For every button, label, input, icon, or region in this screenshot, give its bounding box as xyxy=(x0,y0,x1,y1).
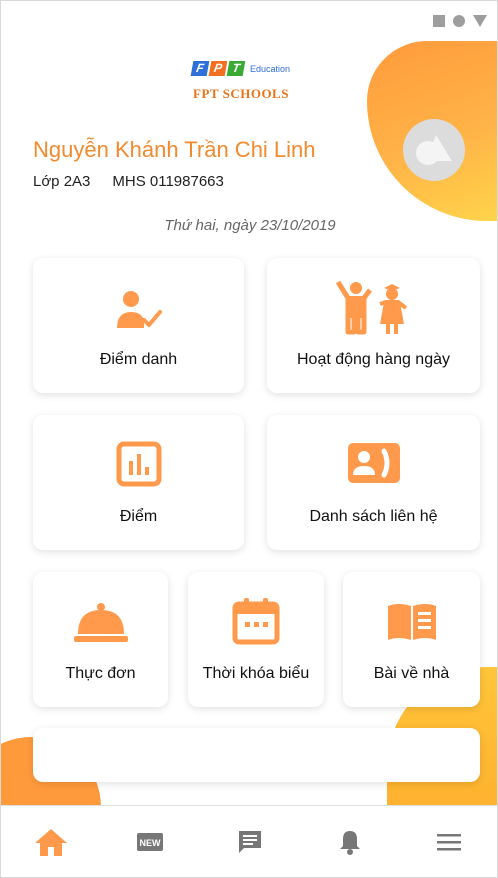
homework-label: Bài về nhà xyxy=(373,665,450,682)
bell-icon xyxy=(339,830,360,855)
student-id: MHS 011987663 xyxy=(112,173,224,190)
student-class: Lớp 2A3 xyxy=(33,173,91,190)
nav-notifications[interactable] xyxy=(330,822,370,862)
bottom-nav: NEW xyxy=(1,805,497,877)
daily-activity-label: Hoạt động hàng ngày xyxy=(296,351,450,368)
contact-list-label: Danh sách liên hệ xyxy=(309,508,438,525)
attendance-label: Điểm danh xyxy=(99,351,178,368)
logo-subtitle: Education xyxy=(249,63,291,74)
student-meta: Lớp 2A3 MHS 011987663 xyxy=(33,173,224,190)
timetable-card[interactable]: Thời khóa biểu xyxy=(188,572,324,707)
meal-menu-label: Thực đơn xyxy=(65,665,136,682)
avatar-placeholder-icon xyxy=(416,135,452,165)
kids-activity-icon xyxy=(267,280,480,336)
avatar[interactable] xyxy=(403,119,465,181)
menu-icon xyxy=(437,833,462,850)
calendar-icon xyxy=(188,596,324,646)
daily-activity-card[interactable]: Hoạt động hàng ngày xyxy=(267,258,480,393)
new-icon: NEW xyxy=(137,832,164,851)
info-panel[interactable] xyxy=(33,728,480,782)
square-icon xyxy=(433,15,445,27)
attendance-icon xyxy=(33,290,244,330)
chart-icon xyxy=(33,441,244,487)
status-bar xyxy=(433,15,487,27)
fpt-logo-mark: FPT xyxy=(190,61,246,76)
school-name: FPT SCHOOLS xyxy=(193,86,289,101)
grades-label: Điểm xyxy=(119,508,158,525)
nav-home[interactable] xyxy=(31,822,71,862)
school-logo: FPT Education FPT SCHOOLS xyxy=(1,61,481,102)
contact-list-card[interactable]: Danh sách liên hệ xyxy=(267,415,480,550)
current-date: Thứ hai, ngày 23/10/2019 xyxy=(164,217,336,234)
homework-card[interactable]: Bài về nhà xyxy=(343,572,480,707)
food-cloche-icon xyxy=(33,602,168,644)
nav-news[interactable]: NEW xyxy=(130,822,170,862)
home-icon xyxy=(34,828,67,856)
book-icon xyxy=(343,600,480,642)
circle-icon xyxy=(453,15,465,27)
grades-card[interactable]: Điểm xyxy=(33,415,244,550)
timetable-label: Thời khóa biểu xyxy=(202,665,310,682)
svg-text:NEW: NEW xyxy=(140,838,162,848)
nav-menu[interactable] xyxy=(429,822,469,862)
attendance-card[interactable]: Điểm danh xyxy=(33,258,244,393)
app-screen: FPT Education FPT SCHOOLS Nguyễn Khánh T… xyxy=(0,0,498,878)
student-name: Nguyễn Khánh Trần Chi Linh xyxy=(33,137,316,162)
nav-messages[interactable] xyxy=(230,822,270,862)
message-icon xyxy=(238,830,261,853)
meal-menu-card[interactable]: Thực đơn xyxy=(33,572,168,707)
triangle-icon xyxy=(473,15,487,27)
contact-icon xyxy=(267,441,480,485)
